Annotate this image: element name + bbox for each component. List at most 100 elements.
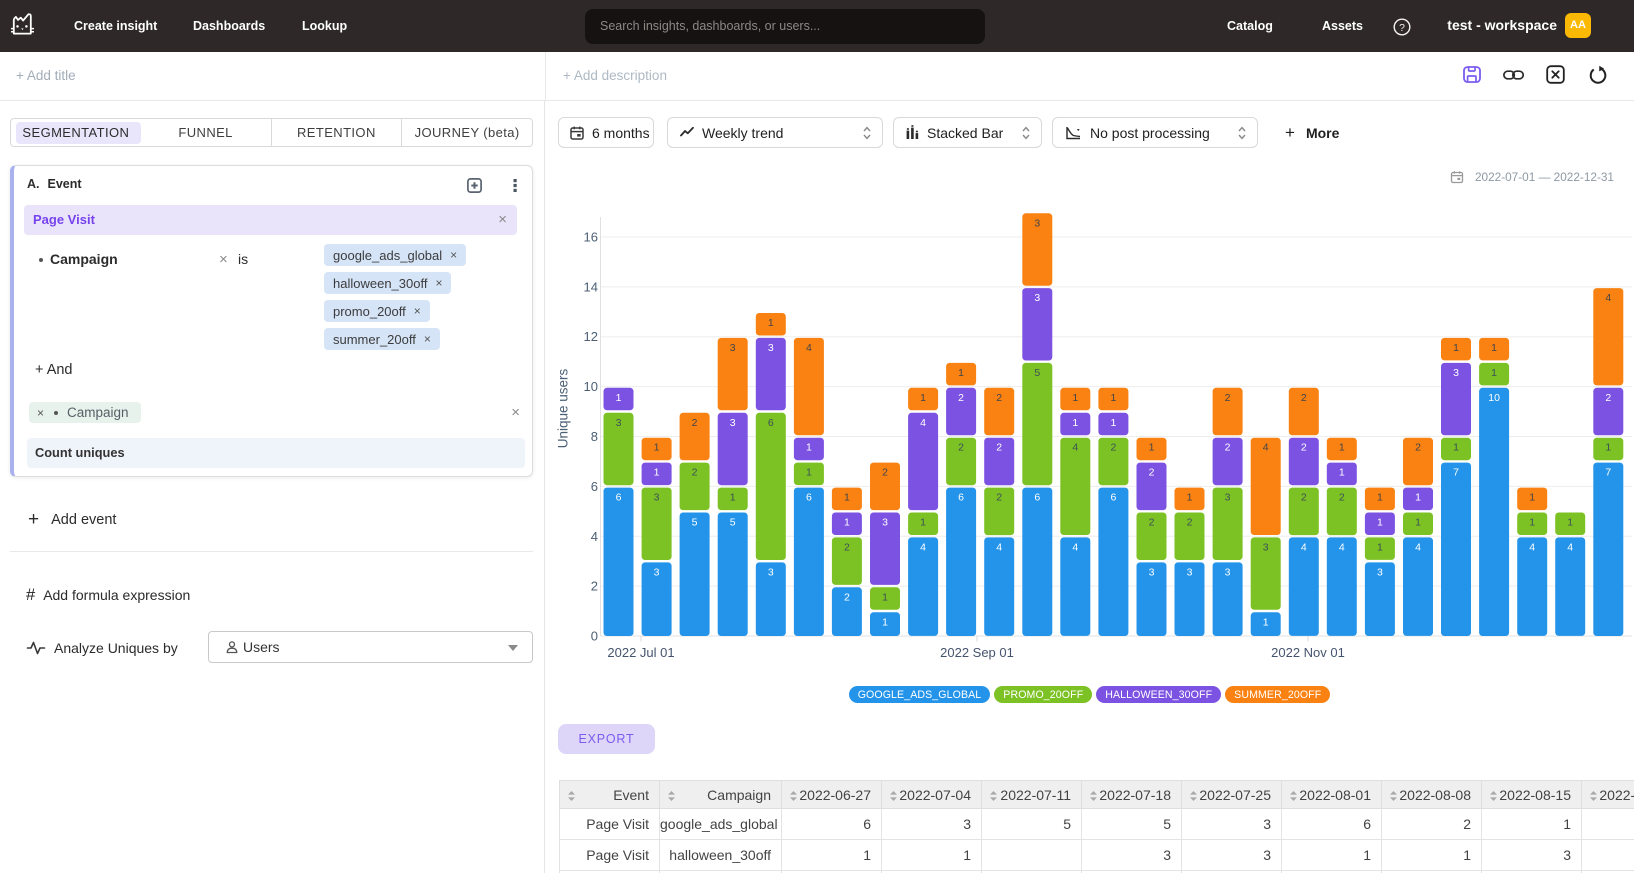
svg-text:?: ? bbox=[1399, 22, 1405, 34]
svg-text:2: 2 bbox=[1149, 517, 1155, 529]
svg-text:2: 2 bbox=[958, 442, 964, 454]
svg-text:10: 10 bbox=[584, 379, 598, 394]
svg-text:1: 1 bbox=[920, 392, 926, 404]
svg-text:2: 2 bbox=[591, 579, 598, 594]
svg-text:4: 4 bbox=[920, 541, 926, 553]
svg-text:4: 4 bbox=[920, 417, 926, 429]
svg-text:6: 6 bbox=[591, 479, 598, 494]
svg-text:2: 2 bbox=[1187, 517, 1193, 529]
svg-text:2: 2 bbox=[1301, 492, 1307, 504]
svg-text:2: 2 bbox=[1225, 442, 1231, 454]
svg-text:1: 1 bbox=[1072, 417, 1078, 429]
svg-text:6: 6 bbox=[1034, 492, 1040, 504]
svg-text:7: 7 bbox=[1605, 467, 1611, 479]
svg-text:1: 1 bbox=[1567, 517, 1573, 529]
svg-text:2: 2 bbox=[882, 467, 888, 479]
svg-text:3: 3 bbox=[654, 492, 660, 504]
svg-text:4: 4 bbox=[591, 529, 598, 544]
svg-text:4: 4 bbox=[1415, 541, 1421, 553]
svg-text:2022 Jul 01: 2022 Jul 01 bbox=[607, 645, 674, 660]
svg-text:4: 4 bbox=[1605, 292, 1611, 304]
svg-text:3: 3 bbox=[1453, 367, 1459, 379]
svg-text:1: 1 bbox=[1415, 492, 1421, 504]
svg-text:1: 1 bbox=[1415, 517, 1421, 529]
svg-text:3: 3 bbox=[1149, 566, 1155, 578]
svg-text:4: 4 bbox=[1529, 541, 1535, 553]
svg-text:1: 1 bbox=[1453, 442, 1459, 454]
svg-text:4: 4 bbox=[1072, 442, 1078, 454]
svg-text:6: 6 bbox=[616, 492, 622, 504]
svg-text:2022 Nov 01: 2022 Nov 01 bbox=[1271, 645, 1345, 660]
svg-text:1: 1 bbox=[806, 467, 812, 479]
svg-text:1: 1 bbox=[1605, 442, 1611, 454]
svg-text:2: 2 bbox=[996, 492, 1002, 504]
svg-text:4: 4 bbox=[1263, 442, 1269, 454]
svg-text:3: 3 bbox=[1377, 566, 1383, 578]
svg-text:1: 1 bbox=[1263, 616, 1269, 628]
svg-text:1: 1 bbox=[1529, 492, 1535, 504]
svg-text:3: 3 bbox=[730, 417, 736, 429]
svg-text:1: 1 bbox=[882, 616, 888, 628]
svg-text:10: 10 bbox=[1488, 392, 1500, 404]
svg-text:1: 1 bbox=[1149, 442, 1155, 454]
svg-text:1: 1 bbox=[1377, 541, 1383, 553]
svg-text:6: 6 bbox=[768, 417, 774, 429]
svg-text:2: 2 bbox=[1225, 392, 1231, 404]
svg-text:1: 1 bbox=[1529, 517, 1535, 529]
svg-text:1: 1 bbox=[958, 367, 964, 379]
svg-text:6: 6 bbox=[806, 492, 812, 504]
svg-text:0: 0 bbox=[591, 629, 598, 644]
svg-text:1: 1 bbox=[1491, 342, 1497, 354]
svg-text:1: 1 bbox=[616, 392, 622, 404]
svg-text:3: 3 bbox=[1263, 541, 1269, 553]
svg-text:3: 3 bbox=[768, 342, 774, 354]
svg-text:2: 2 bbox=[1149, 467, 1155, 479]
svg-text:3: 3 bbox=[730, 342, 736, 354]
svg-text:2: 2 bbox=[1605, 392, 1611, 404]
svg-text:1: 1 bbox=[1187, 492, 1193, 504]
svg-text:1: 1 bbox=[654, 467, 660, 479]
svg-text:12: 12 bbox=[584, 329, 598, 344]
svg-text:1: 1 bbox=[844, 517, 850, 529]
svg-text:5: 5 bbox=[730, 517, 736, 529]
svg-text:1: 1 bbox=[730, 492, 736, 504]
svg-text:7: 7 bbox=[1453, 467, 1459, 479]
svg-text:2: 2 bbox=[1339, 492, 1345, 504]
svg-text:6: 6 bbox=[958, 492, 964, 504]
svg-text:1: 1 bbox=[882, 591, 888, 603]
svg-text:1: 1 bbox=[654, 442, 660, 454]
svg-text:3: 3 bbox=[768, 566, 774, 578]
svg-text:1: 1 bbox=[1453, 342, 1459, 354]
svg-text:4: 4 bbox=[806, 342, 812, 354]
svg-text:8: 8 bbox=[591, 429, 598, 444]
svg-text:1: 1 bbox=[1339, 467, 1345, 479]
svg-text:3: 3 bbox=[1225, 492, 1231, 504]
svg-text:4: 4 bbox=[1072, 541, 1078, 553]
svg-text:3: 3 bbox=[1034, 217, 1040, 229]
svg-text:4: 4 bbox=[1301, 541, 1307, 553]
svg-text:1: 1 bbox=[1072, 392, 1078, 404]
svg-text:2022 Sep 01: 2022 Sep 01 bbox=[940, 645, 1014, 660]
svg-text:4: 4 bbox=[1339, 541, 1345, 553]
svg-text:Unique users: Unique users bbox=[556, 368, 571, 448]
svg-text:1: 1 bbox=[768, 317, 774, 329]
svg-text:1: 1 bbox=[1339, 442, 1345, 454]
svg-text:1: 1 bbox=[920, 517, 926, 529]
svg-text:1: 1 bbox=[1377, 517, 1383, 529]
svg-text:2: 2 bbox=[1301, 392, 1307, 404]
svg-text:2: 2 bbox=[996, 442, 1002, 454]
svg-text:4: 4 bbox=[1567, 541, 1573, 553]
svg-text:1: 1 bbox=[844, 492, 850, 504]
svg-text:3: 3 bbox=[882, 517, 888, 529]
svg-text:1: 1 bbox=[1110, 417, 1116, 429]
svg-text:3: 3 bbox=[1187, 566, 1193, 578]
svg-text:2: 2 bbox=[958, 392, 964, 404]
svg-text:16: 16 bbox=[584, 230, 598, 245]
svg-text:1: 1 bbox=[1377, 492, 1383, 504]
svg-text:3: 3 bbox=[1225, 566, 1231, 578]
svg-text:2: 2 bbox=[1301, 442, 1307, 454]
svg-text:1: 1 bbox=[806, 442, 812, 454]
svg-text:2: 2 bbox=[844, 541, 850, 553]
svg-text:2: 2 bbox=[844, 591, 850, 603]
svg-text:2: 2 bbox=[692, 467, 698, 479]
